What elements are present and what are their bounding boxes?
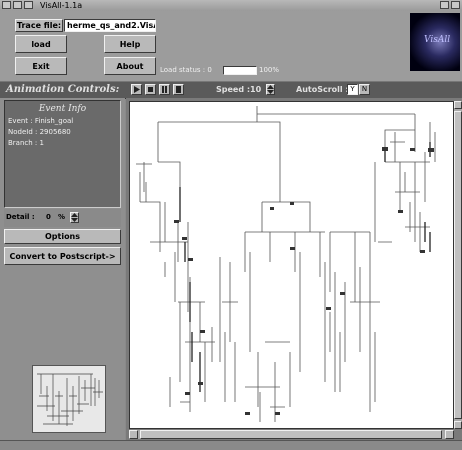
minimap-tree	[37, 373, 103, 426]
window-menu-icon[interactable]	[2, 1, 11, 9]
search-tree-canvas[interactable]	[129, 101, 454, 429]
detail-unit: %	[58, 213, 66, 221]
maximize-icon[interactable]	[24, 1, 33, 9]
scroll-left-icon[interactable]	[129, 430, 138, 439]
detail-row: Detail : 0 %	[4, 209, 121, 227]
load-progress-fill	[224, 67, 256, 74]
speed-value[interactable]: 10	[250, 82, 261, 98]
scroll-right-icon[interactable]	[445, 430, 454, 439]
trace-file-field[interactable]: herme_qs_and2.VisAll	[64, 19, 156, 32]
vertical-scrollbar[interactable]	[454, 101, 462, 429]
window-title: VisAll-1.1a	[40, 1, 83, 10]
stop-icon[interactable]	[145, 84, 156, 95]
search-tree-graph	[136, 106, 436, 422]
close-icon[interactable]	[451, 1, 460, 9]
horizontal-scroll-thumb[interactable]	[140, 430, 442, 439]
minimize-icon[interactable]	[13, 1, 22, 9]
vertical-scroll-thumb[interactable]	[454, 111, 462, 419]
tree-minimap[interactable]	[32, 365, 106, 433]
detail-value[interactable]: 0	[46, 213, 51, 221]
pause-icon[interactable]	[159, 84, 170, 95]
load-button[interactable]: load	[15, 35, 67, 53]
logo-text: VisAll	[424, 35, 451, 45]
detail-spinner-icon[interactable]	[70, 212, 79, 223]
load-status-label: Load status : 0	[160, 66, 212, 74]
branch-value: Branch : 1	[8, 139, 44, 147]
autoscroll-no-toggle[interactable]: N	[359, 84, 370, 95]
animation-bar: Animation Controls: Speed : 10 AutoScrol…	[0, 81, 462, 99]
horizontal-scrollbar[interactable]	[129, 430, 454, 439]
event-value: Event : Finish_goal	[8, 117, 74, 125]
speed-spinner-icon[interactable]	[266, 84, 275, 95]
options-button[interactable]: Options	[4, 229, 121, 244]
trace-file-label: Trace file:	[15, 19, 63, 32]
event-info-panel: Event Info Event : Finish_goal NodeId : …	[4, 100, 121, 208]
nodeid-value: NodeId : 2905680	[8, 128, 71, 136]
step-icon[interactable]	[173, 84, 184, 95]
play-icon[interactable]	[131, 84, 142, 95]
about-button[interactable]: About	[104, 57, 156, 75]
detail-label: Detail :	[6, 213, 35, 221]
exit-button[interactable]: Exit	[15, 57, 67, 75]
load-percent: 100%	[259, 66, 280, 74]
scroll-up-icon[interactable]	[454, 101, 462, 109]
convert-postscript-button[interactable]: Convert to Postscript->	[4, 247, 121, 265]
iconify-icon[interactable]	[440, 1, 449, 9]
speed-label: Speed :	[216, 85, 251, 94]
visall-logo: VisAll	[410, 13, 460, 71]
help-button[interactable]: Help	[104, 35, 156, 53]
event-info-title: Event Info	[38, 104, 87, 114]
autoscroll-label: AutoScroll :	[296, 85, 349, 94]
animation-controls-label: Animation Controls:	[6, 84, 120, 95]
load-progress-bar	[223, 66, 257, 75]
autoscroll-yes-toggle[interactable]: Y	[347, 84, 358, 95]
scroll-down-icon[interactable]	[454, 421, 462, 429]
